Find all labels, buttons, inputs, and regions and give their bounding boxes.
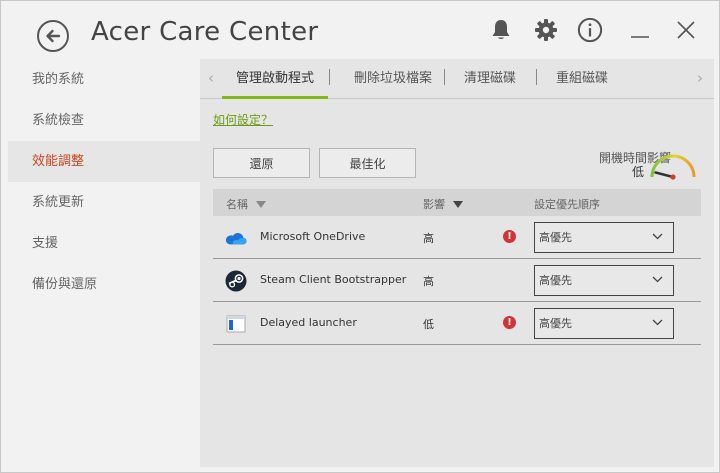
title-bar: Acer Care Center [1,1,720,59]
table-header: 名稱 影響 設定優先順序 [213,189,701,216]
table-row: Microsoft OneDrive 高 ! 高優先 [213,216,701,259]
steam-icon [225,270,247,292]
sidebar-item-system-update[interactable]: 系統更新 [8,182,200,223]
priority-select[interactable]: 高優先 [534,308,674,339]
optimize-button[interactable]: 最佳化 [319,148,416,178]
tab-disk-cleanup[interactable]: 清理磁碟 [452,67,528,99]
tab-bar: ‹ 管理啟動程式 刪除垃圾檔案 清理磁碟 重組磁碟 › [200,59,714,99]
bell-icon [492,20,510,39]
tab-delete-junk[interactable]: 刪除垃圾檔案 [340,67,446,99]
column-impact-header[interactable]: 影響 [423,196,463,212]
back-icon [46,29,61,43]
app-title: Acer Care Center [91,17,319,47]
sort-desc-icon[interactable] [453,200,463,208]
onedrive-icon [225,227,247,249]
chevron-down-icon [652,233,663,240]
sidebar-item-backup-restore[interactable]: 備份與還原 [8,264,200,305]
app-name: Microsoft OneDrive [260,230,366,243]
sort-desc-icon[interactable] [256,200,266,208]
priority-select[interactable]: 高優先 [534,222,674,253]
notifications-button[interactable] [488,17,514,43]
sidebar-item-system-check[interactable]: 系統檢查 [8,100,200,141]
table-row: Delayed launcher 低 ! 高優先 [213,302,701,345]
sidebar: 我的系統 系統檢查 效能調整 系統更新 支援 備份與還原 [8,59,200,467]
chevron-down-icon [652,276,663,283]
tab-startup-manager[interactable]: 管理啟動程式 [222,67,328,99]
column-impact-label: 影響 [423,198,445,211]
how-to-link[interactable]: 如何設定？ [213,111,273,128]
priority-value: 高優先 [539,231,572,244]
gear-icon [535,19,557,41]
app-window-icon [225,313,247,335]
close-button[interactable] [673,17,699,43]
priority-value: 高優先 [539,317,572,330]
startup-table: 名稱 影響 設定優先順序 Microsoft OneDrive 高 ! 高優先 … [213,189,701,345]
back-button[interactable] [37,20,69,52]
tab-scroll-left-icon[interactable]: ‹ [208,69,214,87]
tab-divider [329,69,330,85]
warning-icon: ! [503,316,516,329]
column-name-label: 名稱 [226,198,248,211]
close-icon [677,21,695,39]
priority-select[interactable]: 高優先 [534,265,674,296]
settings-button[interactable] [533,17,559,43]
boot-impact-gauge-icon [650,154,696,180]
sidebar-item-support[interactable]: 支援 [8,223,200,264]
app-window: Acer Care Center 我的系統 系統檢查 效能調整 系統更新 支援 … [0,0,720,473]
app-name: Steam Client Bootstrapper [260,273,407,286]
impact-value: 高 [423,275,434,288]
sidebar-item-performance[interactable]: 效能調整 [8,141,200,182]
info-icon [577,17,603,43]
tab-divider [444,69,445,85]
chevron-down-icon [652,319,663,326]
priority-value: 高優先 [539,274,572,287]
column-priority-label: 設定優先順序 [534,198,600,211]
boot-impact-level: 低 [631,165,644,179]
table-row: Steam Client Bootstrapper 高 高優先 [213,259,701,302]
column-priority-header: 設定優先順序 [534,196,600,212]
warning-icon: ! [503,230,516,243]
impact-value: 低 [423,318,434,331]
minimize-button[interactable] [627,17,653,43]
app-name: Delayed launcher [260,316,357,329]
tab-divider [536,69,537,85]
tab-defragment[interactable]: 重組磁碟 [548,67,616,99]
impact-value: 高 [423,232,434,245]
minimize-icon [631,36,649,38]
column-name-header[interactable]: 名稱 [226,196,266,212]
tab-scroll-right-icon[interactable]: › [697,69,703,87]
main-panel: ‹ 管理啟動程式 刪除垃圾檔案 清理磁碟 重組磁碟 › 如何設定？ 還原 最佳化… [200,59,714,467]
sidebar-item-my-system[interactable]: 我的系統 [8,59,200,100]
info-button[interactable] [577,17,603,43]
restore-button[interactable]: 還原 [213,148,310,178]
